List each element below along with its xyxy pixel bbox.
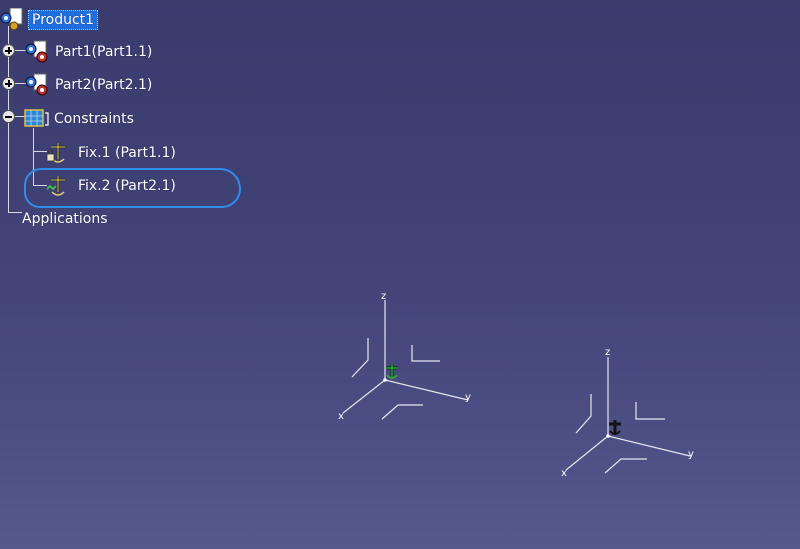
- part-icon: [25, 40, 48, 63]
- axis-1-x-label: x: [338, 411, 344, 422]
- axis-1-origin: [383, 378, 387, 382]
- axis-2-origin: [606, 434, 610, 438]
- tree-node-applications[interactable]: Applications: [22, 207, 108, 231]
- fix-constraint-icon: [46, 143, 65, 163]
- axis-system-2[interactable]: [565, 357, 691, 474]
- expand-part2-button[interactable]: [2, 77, 15, 90]
- axis-1-z-label: z: [381, 291, 386, 302]
- tree-label-fix1[interactable]: Fix.1 (Part1.1): [78, 145, 176, 161]
- tree-line-applications: [8, 212, 22, 213]
- tree-node-part1[interactable]: Part1(Part1.1): [22, 40, 152, 64]
- axis-2-z-label: z: [605, 347, 610, 358]
- tree-node-constraints[interactable]: Constraints: [22, 107, 134, 131]
- axis-system-1[interactable]: [342, 300, 469, 420]
- tree-node-part2[interactable]: Part2(Part2.1): [22, 73, 152, 97]
- axis-2-y-label: y: [688, 449, 694, 460]
- tree-node-product1[interactable]: Product1: [0, 8, 99, 32]
- tree-label-applications[interactable]: Applications: [22, 211, 108, 227]
- constraints-icon: [24, 109, 49, 127]
- tree-label-product1[interactable]: Product1: [28, 10, 99, 30]
- tree-line-fix1: [33, 151, 47, 152]
- axis-1-y-label: y: [465, 392, 471, 403]
- tree-label-part1[interactable]: Part1(Part1.1): [55, 44, 152, 60]
- collapse-constraints-button[interactable]: [2, 110, 15, 123]
- expand-part1-button[interactable]: [2, 44, 15, 57]
- fix-anchor-icon-green[interactable]: [386, 364, 398, 379]
- product-icon: [0, 8, 23, 31]
- tree-node-fix1[interactable]: Fix.1 (Part1.1): [46, 141, 176, 165]
- tree-label-constraints[interactable]: Constraints: [54, 111, 134, 127]
- tree-label-part2[interactable]: Part2(Part2.1): [55, 77, 152, 93]
- axis-2-x-label: x: [561, 468, 567, 479]
- fix-anchor-icon-black[interactable]: [609, 420, 621, 435]
- specification-tree: Product1 Part1(Part1.1) Part2(Part2.1) C…: [0, 0, 260, 240]
- annotation-highlight-ellipse: [24, 168, 241, 208]
- part-icon: [25, 73, 48, 96]
